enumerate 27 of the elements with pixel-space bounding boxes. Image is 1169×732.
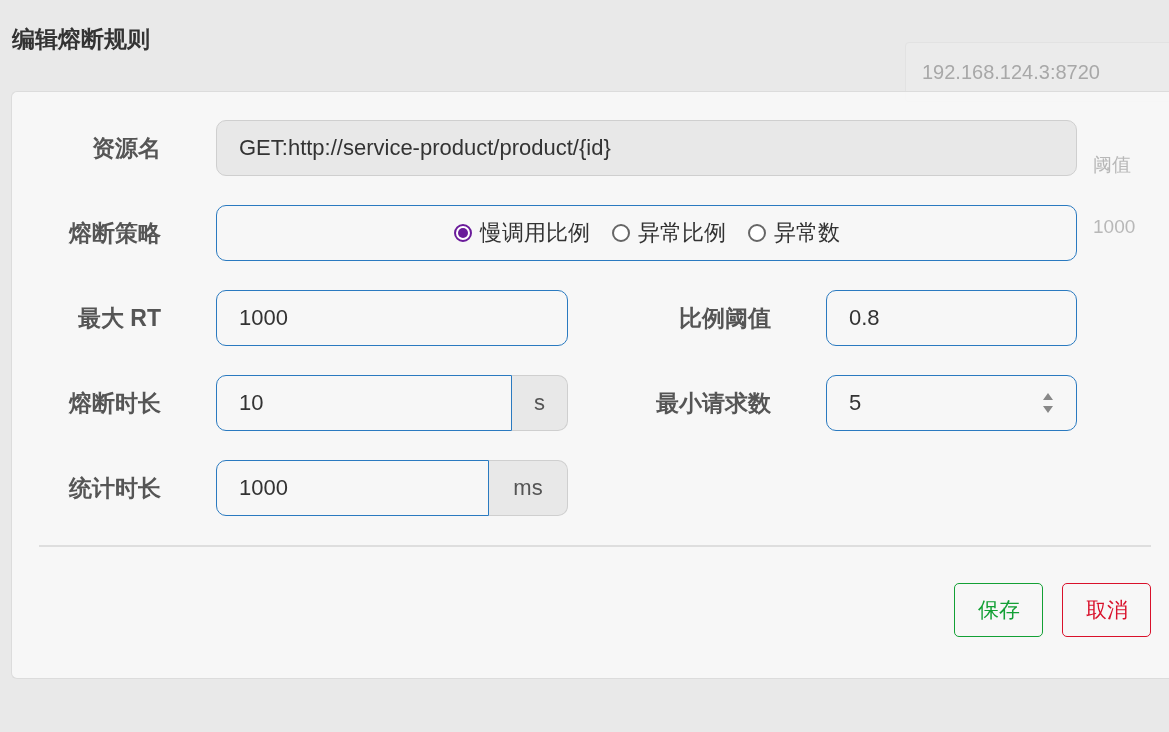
field-label: 最小请求数 xyxy=(655,388,771,418)
input-field[interactable]: 0.8 xyxy=(826,290,1077,346)
input-value: 5 xyxy=(849,390,862,416)
table-cell-text: 1000 xyxy=(1093,216,1137,238)
unit-addon: ms xyxy=(489,460,568,516)
radio-label[interactable]: 慢调用比例 xyxy=(479,218,590,248)
field-label: 熔断时长 xyxy=(67,388,161,418)
radio-button[interactable] xyxy=(747,224,766,242)
field-label: 最大 RT xyxy=(76,303,161,333)
radio-label[interactable]: 异常数 xyxy=(773,218,840,248)
radio-button[interactable] xyxy=(453,224,472,242)
input-field[interactable]: 10 xyxy=(216,375,512,431)
number-field[interactable]: 5 xyxy=(826,375,1077,431)
column-header: 阈值 xyxy=(1093,153,1132,177)
resource-field[interactable]: GET:http://service-product/product/{id} xyxy=(216,120,1077,176)
field-label: 统计时长 xyxy=(67,473,161,503)
dialog-title: 编辑熔断规则 xyxy=(12,25,151,54)
cancel-button[interactable]: 取消 xyxy=(1062,583,1151,637)
unit-addon: s xyxy=(512,375,568,431)
input-field[interactable]: 1000 xyxy=(216,290,568,346)
radio-label[interactable]: 异常比例 xyxy=(637,218,726,248)
field-label: 比例阈值 xyxy=(678,303,771,333)
field-label: 熔断策略 xyxy=(67,218,161,248)
field-label: 资源名 xyxy=(91,133,161,163)
input-field[interactable]: 1000 xyxy=(216,460,489,516)
spinner-icon[interactable] xyxy=(1042,392,1054,414)
radio-button[interactable] xyxy=(611,224,630,242)
